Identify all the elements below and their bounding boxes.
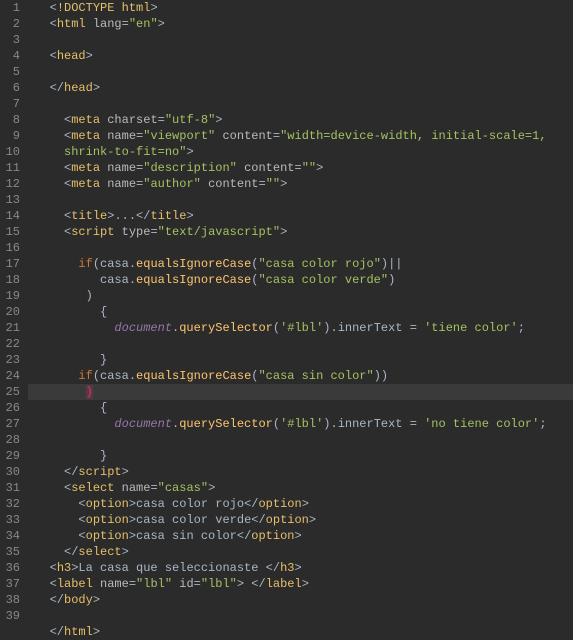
- code-line[interactable]: <option>casa color rojo</option>: [28, 496, 573, 512]
- line-number: 10: [4, 144, 20, 160]
- line-number: 17: [4, 256, 20, 272]
- line-number: 18: [4, 272, 20, 288]
- code-line[interactable]: <option>casa sin color</option>: [28, 528, 573, 544]
- code-line[interactable]: </html>: [28, 624, 573, 640]
- code-line[interactable]: <label name="lbl" id="lbl"> </label>: [28, 576, 573, 592]
- line-number: 22: [4, 336, 20, 352]
- code-line[interactable]: [28, 192, 573, 208]
- code-line[interactable]: [28, 336, 573, 352]
- code-line[interactable]: }: [28, 448, 573, 464]
- line-number: 20: [4, 304, 20, 320]
- line-number: 2: [4, 16, 20, 32]
- code-line[interactable]: </body>: [28, 592, 573, 608]
- line-number: 26: [4, 400, 20, 416]
- line-number: 30: [4, 464, 20, 480]
- line-number: 23: [4, 352, 20, 368]
- line-number: 38: [4, 592, 20, 608]
- line-number: 16: [4, 240, 20, 256]
- code-line[interactable]: <!DOCTYPE html>: [28, 0, 573, 16]
- code-line[interactable]: [28, 432, 573, 448]
- code-line[interactable]: <option>casa color verde</option>: [28, 512, 573, 528]
- code-line[interactable]: [28, 96, 573, 112]
- line-number: 21: [4, 320, 20, 336]
- line-number: 28: [4, 432, 20, 448]
- code-line[interactable]: <h3>La casa que seleccionaste </h3>: [28, 560, 573, 576]
- code-line[interactable]: </select>: [28, 544, 573, 560]
- line-number: 5: [4, 64, 20, 80]
- line-number: 32: [4, 496, 20, 512]
- code-line[interactable]: <select name="casas">: [28, 480, 573, 496]
- code-line[interactable]: [28, 64, 573, 80]
- line-number: 3: [4, 32, 20, 48]
- line-number: 6: [4, 80, 20, 96]
- code-line[interactable]: <meta name="description" content="">: [28, 160, 573, 176]
- code-line[interactable]: </head>: [28, 80, 573, 96]
- code-line[interactable]: <script type="text/javascript">: [28, 224, 573, 240]
- line-number: 25: [4, 384, 20, 400]
- line-number: 11: [4, 160, 20, 176]
- code-line[interactable]: [28, 32, 573, 48]
- code-line[interactable]: [28, 608, 573, 624]
- line-number: 13: [4, 192, 20, 208]
- line-number: 34: [4, 528, 20, 544]
- code-line[interactable]: <meta name="viewport" content="width=dev…: [28, 128, 573, 144]
- line-number: 1: [4, 0, 20, 16]
- code-line[interactable]: ): [28, 384, 573, 400]
- code-line[interactable]: <head>: [28, 48, 573, 64]
- line-number: 15: [4, 224, 20, 240]
- line-number: 24: [4, 368, 20, 384]
- line-number: 9: [4, 128, 20, 144]
- code-line[interactable]: shrink-to-fit=no">: [28, 144, 573, 160]
- code-line[interactable]: <meta charset="utf-8">: [28, 112, 573, 128]
- line-number: 35: [4, 544, 20, 560]
- code-line[interactable]: ): [28, 288, 573, 304]
- line-number: 8: [4, 112, 20, 128]
- code-line[interactable]: <html lang="en">: [28, 16, 573, 32]
- line-number: 33: [4, 512, 20, 528]
- line-number: 29: [4, 448, 20, 464]
- code-line[interactable]: <meta name="author" content="">: [28, 176, 573, 192]
- code-line[interactable]: {: [28, 400, 573, 416]
- line-number: 14: [4, 208, 20, 224]
- line-number: 37: [4, 576, 20, 592]
- line-number: 12: [4, 176, 20, 192]
- code-line[interactable]: document.querySelector('#lbl').innerText…: [28, 416, 573, 432]
- line-number: 39: [4, 608, 20, 624]
- line-number: 27: [4, 416, 20, 432]
- line-number: 31: [4, 480, 20, 496]
- code-line[interactable]: }: [28, 352, 573, 368]
- code-line[interactable]: if(casa.equalsIgnoreCase("casa color roj…: [28, 256, 573, 272]
- code-line[interactable]: {: [28, 304, 573, 320]
- line-number: 19: [4, 288, 20, 304]
- code-area[interactable]: <!DOCTYPE html> <html lang="en"> <head> …: [28, 0, 573, 640]
- line-number: 4: [4, 48, 20, 64]
- code-line[interactable]: </script>: [28, 464, 573, 480]
- code-line[interactable]: <title>...</title>: [28, 208, 573, 224]
- code-line[interactable]: [28, 240, 573, 256]
- line-number: 36: [4, 560, 20, 576]
- code-editor[interactable]: 1234567891011121314151617181920212223242…: [0, 0, 573, 640]
- code-line[interactable]: if(casa.equalsIgnoreCase("casa sin color…: [28, 368, 573, 384]
- line-number-gutter: 1234567891011121314151617181920212223242…: [0, 0, 28, 640]
- code-line[interactable]: document.querySelector('#lbl').innerText…: [28, 320, 573, 336]
- line-number: 7: [4, 96, 20, 112]
- code-line[interactable]: casa.equalsIgnoreCase("casa color verde"…: [28, 272, 573, 288]
